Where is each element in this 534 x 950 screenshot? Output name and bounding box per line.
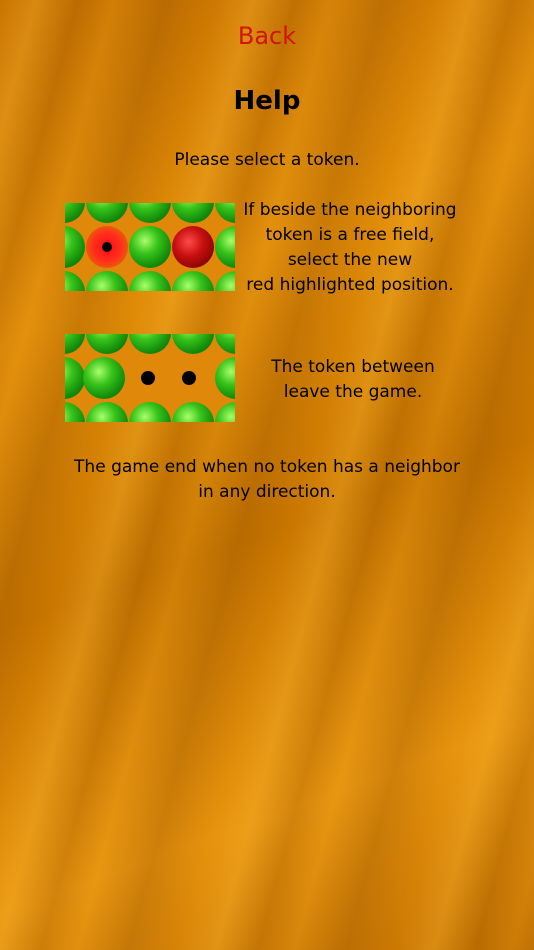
token (215, 203, 235, 223)
token (129, 226, 171, 268)
token (129, 271, 171, 291)
token (65, 334, 85, 354)
step1-text: If beside the neighboring token is a fre… (243, 200, 457, 295)
selected-token (172, 226, 214, 268)
page-title: Help (233, 86, 301, 116)
token (65, 203, 85, 223)
token (215, 402, 235, 422)
token (65, 402, 85, 422)
token (86, 334, 128, 354)
token (172, 203, 214, 223)
token (86, 203, 128, 223)
example-board-select (65, 203, 235, 291)
token (215, 334, 235, 354)
moved-token (83, 357, 125, 399)
step2-text: The token between leave the game. (271, 357, 435, 402)
token (86, 402, 128, 422)
token (129, 203, 171, 223)
highlighted-position (86, 226, 128, 268)
token (65, 271, 85, 291)
token (172, 402, 214, 422)
token (172, 271, 214, 291)
token (215, 271, 235, 291)
token (172, 334, 214, 354)
back-button[interactable]: Back (0, 22, 534, 50)
example-board-result (65, 334, 235, 422)
empty-field (141, 371, 155, 385)
token (215, 226, 235, 268)
token (65, 226, 85, 268)
token (65, 357, 85, 399)
intro-text: Please select a token. (174, 150, 360, 170)
empty-field (182, 371, 196, 385)
token (129, 334, 171, 354)
token (215, 357, 235, 399)
ending-text: The game end when no token has a neighbo… (74, 457, 460, 502)
token (129, 402, 171, 422)
token (86, 271, 128, 291)
